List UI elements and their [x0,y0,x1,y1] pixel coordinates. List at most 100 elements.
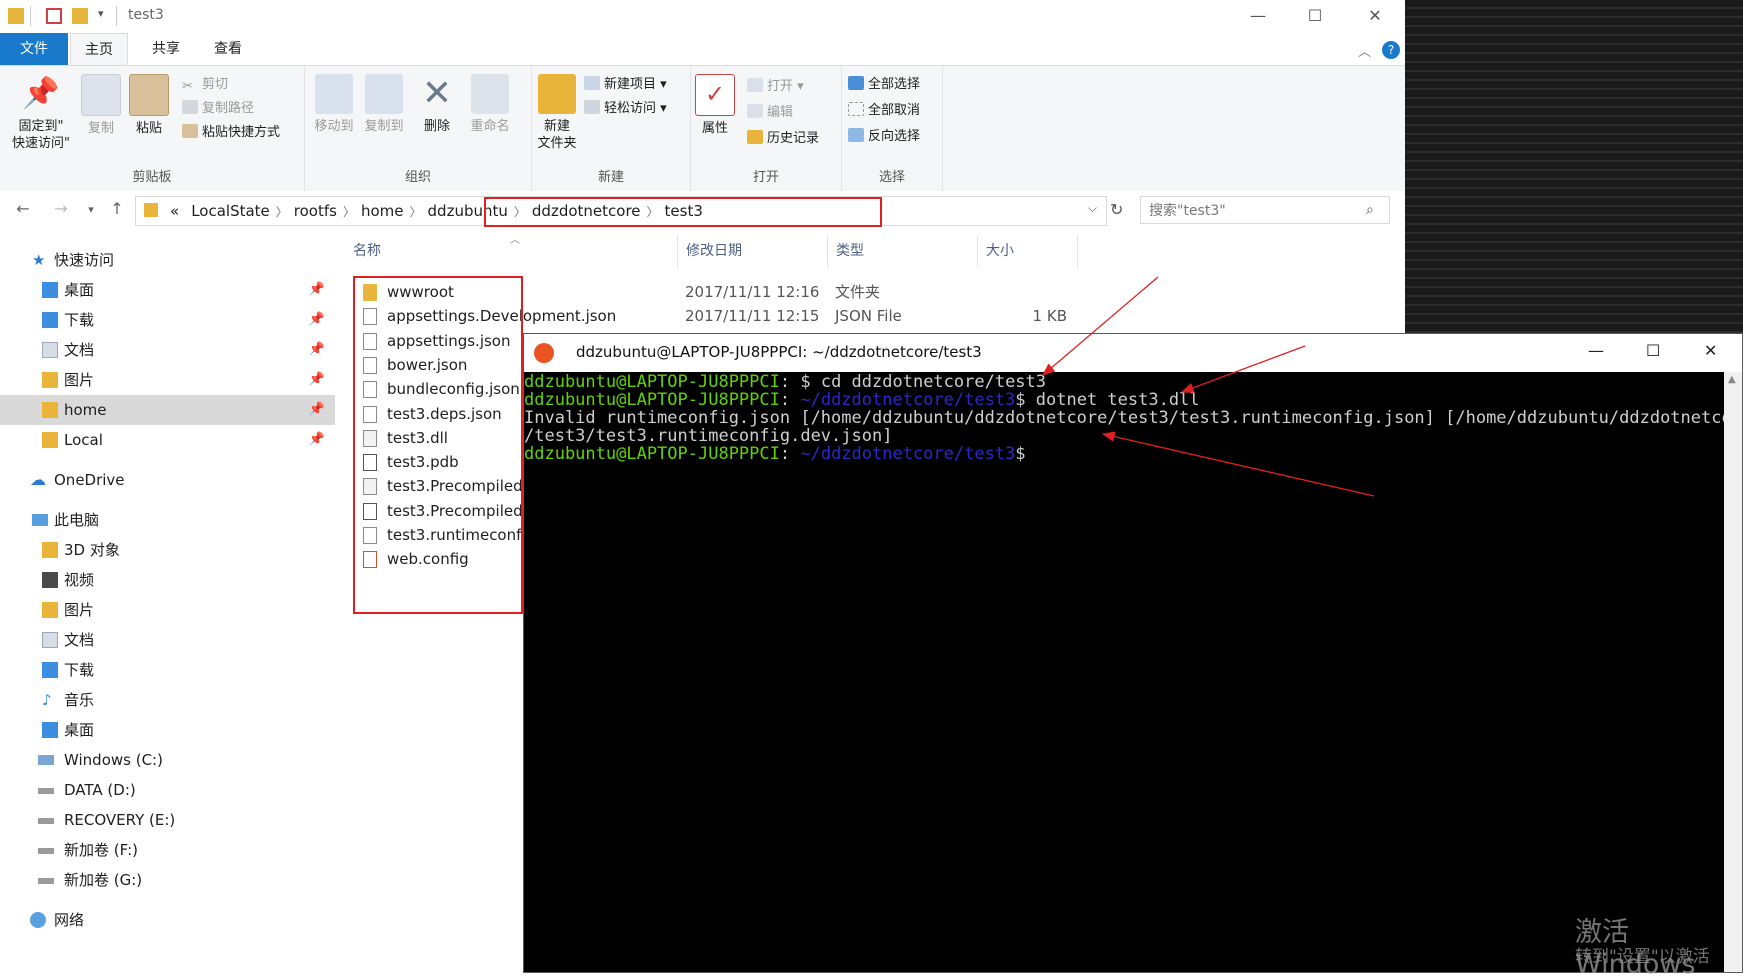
drive-icon [38,878,54,884]
move-to-button[interactable]: 移动到 [311,74,357,135]
copy-icon [81,74,121,116]
back-arrow-icon[interactable]: ← [12,199,34,218]
sidebar-item-drive-d[interactable]: DATA (D:) [0,775,335,805]
help-icon[interactable]: ? [1382,41,1400,59]
breadcrumb-rootfs[interactable]: rootfs [288,197,343,225]
recent-chevron-down-icon[interactable]: ▾ [80,203,102,216]
maximize-button[interactable]: ☐ [1295,4,1335,28]
breadcrumb-localstate[interactable]: LocalState [185,197,276,225]
folder-icon [8,8,24,24]
terminal-scrollbar[interactable]: ▲ [1724,372,1742,972]
tab-view[interactable]: 查看 [200,33,256,65]
pin-icon[interactable]: 📌 [309,275,325,305]
terminal-minimize-button[interactable]: — [1588,341,1604,360]
move-to-label: 移动到 [314,119,354,134]
chevron-right-icon[interactable]: 〉 [410,198,422,226]
sidebar-item-label: 下载 [64,311,95,329]
column-name-label: 名称 [353,243,381,259]
terminal-output[interactable]: ddzubuntu@LAPTOP-JU8PPPCI: $ cd ddzdotne… [524,372,1743,972]
edit-button[interactable]: 编辑 [747,102,793,124]
easy-access-icon [584,100,600,114]
copy-to-button[interactable]: 复制到 [361,74,407,135]
rename-button[interactable]: 重命名 [465,74,515,135]
sidebar-item-drive-e[interactable]: RECOVERY (E:) [0,805,335,835]
tab-share[interactable]: 共享 [138,33,194,65]
paste-button[interactable]: 粘贴 [128,74,170,137]
refresh-icon[interactable]: ↻ [1110,200,1123,219]
open-button[interactable]: 打开 ▾ [747,76,804,98]
sidebar-item-drive-f[interactable]: 新加卷 (F:) [0,835,335,865]
sidebar-network[interactable]: 网络 [0,905,335,935]
sidebar-item-videos[interactable]: 视频 [0,565,335,595]
sidebar-item-pictures[interactable]: 图片 📌 [0,365,335,395]
up-arrow-icon[interactable]: ↑ [106,199,128,218]
chevron-right-icon[interactable]: 〉 [276,198,288,226]
search-input[interactable]: 搜索"test3" [1140,196,1390,224]
sidebar-item-home[interactable]: home 📌 [0,395,335,425]
terminal-line: /test3/test3.runtimeconfig.dev.json] [524,426,892,446]
paste-shortcut-button[interactable]: 粘贴快捷方式 [182,122,280,144]
sidebar-item-drive-c[interactable]: Windows (C:) [0,745,335,775]
close-button[interactable]: ✕ [1355,4,1395,28]
search-icon[interactable]: ⌕ [1366,202,1374,218]
sidebar-item-3d-objects[interactable]: 3D 对象 [0,535,335,565]
pin-icon[interactable]: 📌 [309,335,325,365]
terminal-maximize-button[interactable]: ☐ [1646,341,1660,360]
sidebar-item-downloads[interactable]: 下载 📌 [0,305,335,335]
tab-file[interactable]: 文件 [0,33,68,65]
copy-button[interactable]: 复制 [80,74,122,137]
select-all-button[interactable]: 全部选择 [848,74,920,96]
sidebar-item-music[interactable]: ♪ 音乐 [0,685,335,715]
address-bar[interactable]: «LocalState 〉 rootfs 〉 home 〉 ddzubuntu 〉 ddzdot… [135,196,1107,227]
delete-label: 删除 [423,119,450,134]
forward-arrow-icon[interactable]: → [50,199,72,218]
delete-button[interactable]: ✕ 删除 [417,74,457,135]
sidebar-quick-access[interactable]: ★ 快速访问 [0,245,335,275]
terminal-path: ~/ddzdotnetcore/test3 [790,390,1016,410]
sidebar-onedrive[interactable]: ☁ OneDrive [0,465,335,495]
new-folder-button[interactable]: 新建 文件夹 [534,74,580,152]
tab-home[interactable]: 主页 [70,33,128,65]
copy-path-label: 复制路径 [202,101,255,116]
sidebar-item-desktop[interactable]: 桌面 📌 [0,275,335,305]
column-header-date[interactable]: 修改日期 [678,235,828,267]
sidebar-item-pc-documents[interactable]: 文档 [0,625,335,655]
chevron-right-icon[interactable]: 〉 [343,198,355,226]
address-dropdown-icon[interactable]: ⌵ [1088,201,1097,216]
terminal-path [790,372,800,392]
collapse-ribbon-icon[interactable]: ︿ [1358,41,1371,60]
column-header-name[interactable]: 名称 ︿ [345,235,678,267]
sidebar-item-pc-pictures[interactable]: 图片 [0,595,335,625]
properties-button[interactable]: ✓ 属性 [695,74,735,137]
sidebar-item-local[interactable]: Local 📌 [0,425,335,455]
breadcrumb-prefix[interactable]: « [164,197,185,225]
select-none-button[interactable]: 全部取消 [848,100,920,122]
cut-button[interactable]: ✂ 剪切 [182,74,228,96]
properties-icon[interactable] [46,8,62,24]
minimize-button[interactable]: — [1238,4,1278,28]
new-item-button[interactable]: 新建项目 ▾ [584,74,667,96]
column-header-size[interactable]: 大小 [978,235,1078,267]
copy-path-button[interactable]: 复制路径 [182,98,254,120]
select-group-label: 选择 [878,170,905,185]
sidebar-item-drive-g[interactable]: 新加卷 (G:) [0,865,335,895]
sidebar-item-pc-desktop[interactable]: 桌面 [0,715,335,745]
pin-icon[interactable]: 📌 [309,425,325,455]
terminal-close-button[interactable]: ✕ [1704,341,1717,360]
pin-quick-access-button[interactable]: 📌 固定到" 快速访问" [4,74,78,152]
easy-access-button[interactable]: 轻松访问 ▾ [584,98,667,120]
sidebar-item-documents[interactable]: 文档 📌 [0,335,335,365]
history-button[interactable]: 历史记录 [747,128,819,150]
pin-icon[interactable]: 📌 [309,365,325,395]
column-header-type[interactable]: 类型 [828,235,978,267]
pin-icon[interactable]: 📌 [309,395,325,425]
pin-icon[interactable]: 📌 [309,305,325,335]
invert-selection-button[interactable]: 反向选择 [848,126,920,148]
sidebar-this-pc[interactable]: 此电脑 [0,505,335,535]
sidebar-item-label: Local [64,431,103,449]
breadcrumb-home[interactable]: home [355,197,410,225]
qat-dropdown-icon[interactable]: ▾ [98,7,104,20]
scroll-up-icon[interactable]: ▲ [1728,374,1736,385]
sidebar-item-pc-downloads[interactable]: 下载 [0,655,335,685]
new-folder-icon[interactable] [72,8,88,24]
